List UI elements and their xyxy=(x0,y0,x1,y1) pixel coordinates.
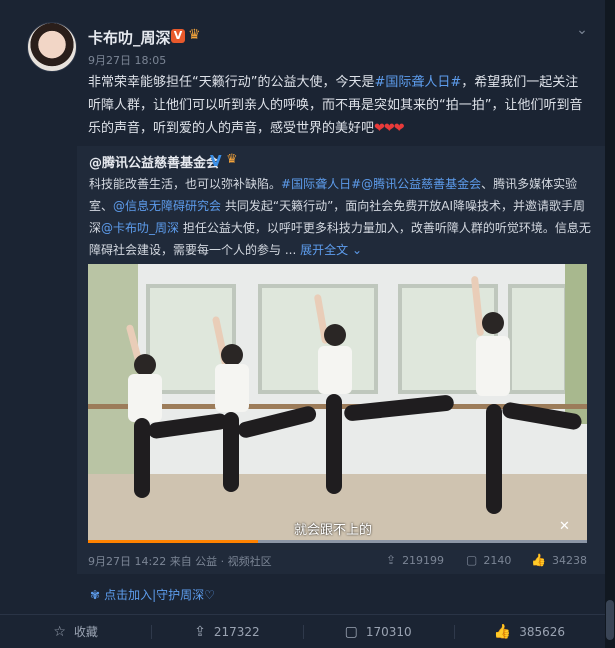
video-player[interactable]: 就会跟不上的 ✕ xyxy=(88,264,587,543)
curtain xyxy=(565,264,587,424)
join-fan-group-link[interactable]: ✾ 点击加入|守护周深♡ xyxy=(90,586,215,603)
repost-button[interactable]: ⇪ 217322 xyxy=(151,615,302,648)
repost-comment-count[interactable]: ▢ 2140 xyxy=(466,553,511,567)
chevron-down-icon: ⌄ xyxy=(351,243,362,257)
post-time[interactable]: 9月27日 18:05 xyxy=(88,52,166,68)
hashtag-link[interactable]: #国际聋人日# xyxy=(281,177,361,191)
author-name[interactable]: 卡布叻_周深 xyxy=(88,27,171,48)
hashtag-link[interactable]: #国际聋人日# xyxy=(374,75,461,90)
chevron-down-icon[interactable]: ⌄ xyxy=(574,22,590,38)
avatar[interactable] xyxy=(27,22,77,72)
repost-repost-count[interactable]: ⇪ 219199 xyxy=(386,553,444,567)
post-text: 非常荣幸能够担任“天籁行动”的公益大使，今天是#国际聋人日#，希望我们一起关注听… xyxy=(88,71,590,140)
favorite-label: 收藏 xyxy=(73,625,98,639)
crown-badge-icon: ♛ xyxy=(188,27,201,43)
favorite-button[interactable]: ☆ 收藏 xyxy=(0,615,151,648)
reposted-content: @腾讯公益慈善基金会 V ♛ 科技能改善生活，也可以弥补缺陷。#国际聋人日#@腾… xyxy=(77,146,605,574)
like-count-value: 34238 xyxy=(551,553,587,567)
repost-author[interactable]: @腾讯公益慈善基金会 xyxy=(89,152,219,171)
star-icon: ☆ xyxy=(53,623,66,640)
mention-link[interactable]: @卡布叻_周深 xyxy=(101,221,179,235)
comment-icon: ▢ xyxy=(344,623,358,640)
expand-full-text-link[interactable]: 展开全文 ⌄ xyxy=(300,243,362,257)
comment-count: 170310 xyxy=(365,624,412,639)
action-bar: ☆ 收藏 ⇪ 217322 ▢ 170310 👍 385626 xyxy=(0,614,605,648)
repost-text-segment: 科技能改善生活，也可以弥补缺陷。 xyxy=(89,177,282,191)
repost-icon: ⇪ xyxy=(194,623,206,640)
like-button[interactable]: 👍 385626 xyxy=(453,615,605,648)
crown-badge-icon: ♛ xyxy=(226,152,238,167)
video-subtitle: 就会跟不上的 xyxy=(294,523,373,538)
like-icon: 👍 xyxy=(531,553,546,567)
window xyxy=(508,284,568,394)
heart-emoji-icon: ❤❤❤ xyxy=(374,121,405,136)
repost-meta[interactable]: 9月27日 14:22 来自 公益 · 视频社区 xyxy=(88,553,272,569)
mention-link[interactable]: @腾讯公益慈善基金会 xyxy=(361,177,481,191)
repost-count-value: 219199 xyxy=(402,553,445,567)
mute-icon[interactable]: ✕ xyxy=(559,519,575,535)
post-text-part1: 非常荣幸能够担任“天籁行动”的公益大使，今天是 xyxy=(88,75,375,90)
weibo-post-card: 卡布叻_周深 V ♛ 9月27日 18:05 ⌄ 非常荣幸能够担任“天籁行动”的… xyxy=(0,0,605,648)
video-progress-fill xyxy=(88,540,258,543)
verified-badge-icon: V xyxy=(171,29,185,43)
repost-like-count[interactable]: 👍 34238 xyxy=(531,553,587,567)
comment-button[interactable]: ▢ 170310 xyxy=(302,615,454,648)
like-icon: 👍 xyxy=(493,623,512,640)
verified-v-icon: V xyxy=(210,152,222,170)
mention-link[interactable]: @信息无障碍研究会 xyxy=(113,199,221,213)
comment-icon: ▢ xyxy=(466,553,478,567)
like-count: 385626 xyxy=(519,624,565,639)
scrollbar-track[interactable] xyxy=(605,0,615,648)
join-text: 点击加入|守护周深♡ xyxy=(104,588,215,602)
fan-group-icon: ✾ xyxy=(90,588,101,602)
repost-count: 217322 xyxy=(213,624,260,639)
scrollbar-thumb[interactable] xyxy=(606,600,614,640)
repost-text: 科技能改善生活，也可以弥补缺陷。#国际聋人日#@腾讯公益慈善基金会、腾讯多媒体实… xyxy=(89,173,594,261)
repost-icon: ⇪ xyxy=(386,553,397,567)
expand-label: 展开全文 xyxy=(300,243,349,257)
comment-count-value: 2140 xyxy=(483,553,512,567)
